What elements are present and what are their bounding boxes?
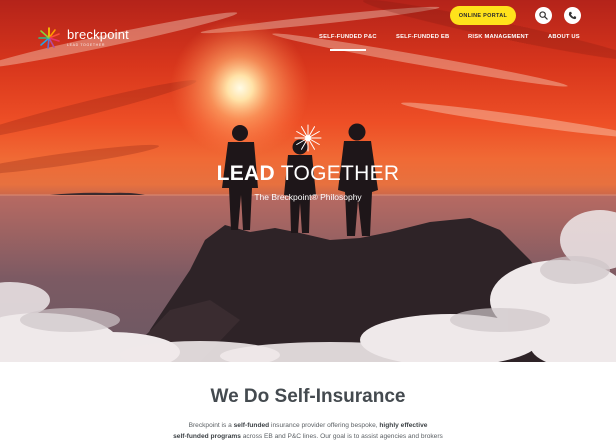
nav-item-self-funded-pc[interactable]: SELF-FUNDED P&C	[319, 34, 377, 40]
hero-title-bold: LEAD	[216, 162, 275, 185]
phone-icon	[568, 11, 577, 20]
search-icon	[539, 11, 548, 20]
intro-emphasis: self-funded programs	[173, 433, 241, 440]
intro-text: insurance provider offering bespoke,	[269, 422, 380, 429]
main-navigation: SELF-FUNDED P&C SELF-FUNDED EB RISK MANA…	[0, 34, 616, 54]
intro-text: Breckpoint is a	[188, 422, 234, 429]
online-portal-button[interactable]: ONLINE PORTAL	[450, 6, 516, 25]
nav-item-self-funded-eb[interactable]: SELF-FUNDED EB	[396, 34, 449, 40]
search-button[interactable]	[535, 7, 552, 24]
section-title-bold: We Do	[210, 386, 270, 407]
intro-emphasis: self-funded	[233, 422, 270, 429]
hero-banner: breckpoint LEAD TOGETHER ONLINE PORTAL S…	[0, 0, 616, 362]
nav-active-indicator	[330, 49, 366, 51]
nav-item-about-us[interactable]: ABOUT US	[548, 34, 580, 40]
intro-paragraph: Breckpoint is a self-funded insurance pr…	[120, 420, 496, 442]
intro-text: across EB and P&C lines. Our goal is to …	[240, 433, 443, 440]
hero-subtitle: The Breckpoint® Philosophy	[254, 192, 362, 202]
hero-title: LEAD TOGETHER	[0, 160, 616, 188]
starburst-icon	[294, 124, 322, 152]
nav-item-risk-management[interactable]: RISK MANAGEMENT	[468, 34, 529, 40]
section-title-rest: Self-Insurance	[269, 386, 406, 407]
intro-emphasis: highly effective	[379, 422, 428, 429]
phone-button[interactable]	[564, 7, 581, 24]
hero-title-rest: TOGETHER	[274, 162, 400, 185]
section-title: We Do Self-Insurance	[0, 386, 616, 408]
